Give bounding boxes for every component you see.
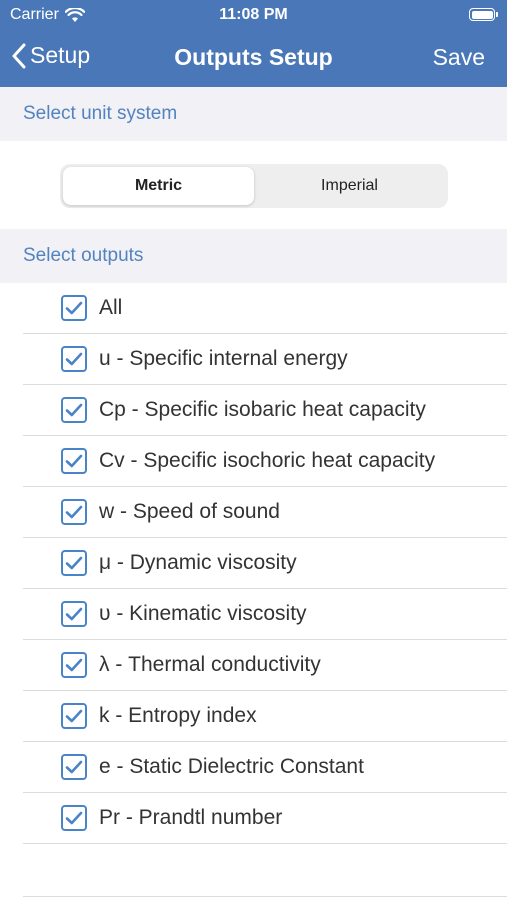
outputs-list: All u - Specific internal energy Cp - Spec… — [0, 283, 507, 844]
checkmark-icon — [65, 454, 83, 468]
battery-fill — [471, 10, 493, 19]
checkmark-icon — [65, 403, 83, 417]
back-button[interactable]: Setup — [12, 42, 90, 69]
navigation-bar: Setup Outputs Setup Save — [0, 30, 507, 87]
output-row[interactable]: All — [23, 283, 507, 334]
checkmark-icon — [65, 607, 83, 621]
output-row[interactable]: λ - Thermal conductivity — [23, 640, 507, 691]
output-row[interactable]: e - Static Dielectric Constant — [23, 742, 507, 793]
output-checkbox[interactable] — [61, 550, 87, 576]
section-header-unit-system: Select unit system — [0, 87, 507, 141]
output-checkbox[interactable] — [61, 703, 87, 729]
output-label: λ - Thermal conductivity — [99, 653, 321, 676]
output-checkbox[interactable] — [61, 805, 87, 831]
segment-imperial[interactable]: Imperial — [254, 167, 445, 205]
output-checkbox[interactable] — [61, 397, 87, 423]
unit-system-segmented-control: Metric Imperial — [60, 164, 448, 208]
output-label: k - Entropy index — [99, 704, 257, 727]
output-checkbox[interactable] — [61, 499, 87, 525]
output-checkbox[interactable] — [61, 754, 87, 780]
segment-metric[interactable]: Metric — [63, 167, 254, 205]
output-label: Cp - Specific isobaric heat capacity — [99, 398, 426, 421]
output-label: μ - Dynamic viscosity — [99, 551, 297, 574]
output-checkbox[interactable] — [61, 448, 87, 474]
output-row[interactable]: υ - Kinematic viscosity — [23, 589, 507, 640]
output-label: υ - Kinematic viscosity — [99, 602, 307, 625]
output-checkbox[interactable] — [61, 601, 87, 627]
output-label: e - Static Dielectric Constant — [99, 755, 364, 778]
output-row[interactable]: Pr - Prandtl number — [23, 793, 507, 844]
checkmark-icon — [65, 352, 83, 366]
checkmark-icon — [65, 811, 83, 825]
section-header-outputs: Select outputs — [0, 229, 507, 283]
save-button[interactable]: Save — [433, 44, 485, 71]
output-checkbox[interactable] — [61, 652, 87, 678]
output-label: All — [99, 296, 123, 319]
output-label: Cv - Specific isochoric heat capacity — [99, 449, 436, 472]
output-label: Pr - Prandtl number — [99, 806, 283, 829]
checkmark-icon — [65, 658, 83, 672]
output-row[interactable]: μ - Dynamic viscosity — [23, 538, 507, 589]
back-label: Setup — [30, 42, 91, 68]
checkmark-icon — [65, 709, 83, 723]
output-row[interactable]: Cv - Specific isochoric heat capacity — [23, 436, 507, 487]
output-label: w - Speed of sound — [99, 500, 280, 523]
output-checkbox[interactable] — [61, 346, 87, 372]
checkmark-icon — [65, 301, 83, 315]
checkmark-icon — [65, 760, 83, 774]
output-row[interactable]: Cp - Specific isobaric heat capacity — [23, 385, 507, 436]
checkmark-icon — [65, 505, 83, 519]
output-label: u - Specific internal energy — [99, 347, 348, 370]
status-bar: Carrier 11:08 PM — [0, 0, 507, 30]
output-row[interactable]: w - Speed of sound — [23, 487, 507, 538]
divider — [23, 896, 507, 897]
status-time: 11:08 PM — [219, 6, 288, 23]
output-row[interactable]: k - Entropy index — [23, 691, 507, 742]
battery-icon — [469, 8, 498, 21]
output-row[interactable]: u - Specific internal energy — [23, 334, 507, 385]
chevron-left-icon — [12, 43, 26, 68]
output-checkbox[interactable] — [61, 295, 87, 321]
checkmark-icon — [65, 556, 83, 570]
